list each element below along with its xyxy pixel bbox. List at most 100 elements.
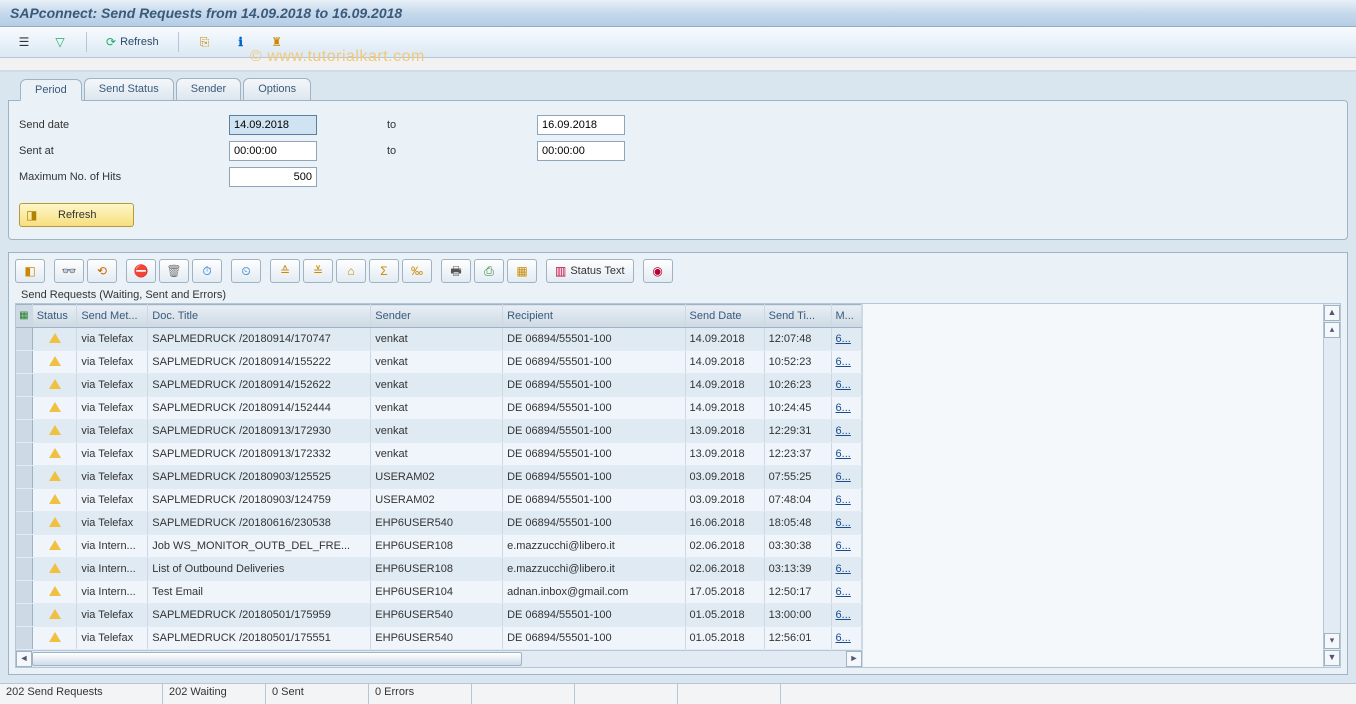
scroll-up-button[interactable]: ▲ [1324, 305, 1340, 321]
refresh-button[interactable]: ⟳ Refresh [97, 30, 168, 54]
table-row[interactable]: via Intern...Test EmailEHP6USER104adnan.… [16, 581, 862, 604]
h-scroll-thumb[interactable] [32, 652, 522, 666]
cell-msg[interactable]: 6... [831, 443, 861, 466]
row-selector[interactable] [16, 443, 32, 466]
timer-button[interactable]: ⏱ [192, 259, 222, 283]
col-sender[interactable]: Sender [371, 305, 503, 328]
col-method[interactable]: Send Met... [77, 305, 148, 328]
total-button[interactable]: Σ [369, 259, 399, 283]
hierarchy-button[interactable]: ♜ [261, 30, 293, 54]
cell-msg[interactable]: 6... [831, 351, 861, 374]
table-row[interactable]: via TelefaxSAPLMEDRUCK /20180501/175551E… [16, 627, 862, 650]
scroll-down-step-button[interactable]: ▾ [1324, 633, 1340, 649]
repeat-send-button[interactable]: ⟲ [87, 259, 117, 283]
row-selector[interactable] [16, 604, 32, 627]
export-button[interactable]: ⎙ [474, 259, 504, 283]
table-row[interactable]: via TelefaxSAPLMEDRUCK /20180914/152622v… [16, 374, 862, 397]
cell-msg[interactable]: 6... [831, 627, 861, 650]
menu-button[interactable]: ☰ [8, 30, 40, 54]
cell-msg[interactable]: 6... [831, 512, 861, 535]
cell-method: via Telefax [77, 512, 148, 535]
row-selector[interactable] [16, 466, 32, 489]
col-title[interactable]: Doc. Title [148, 305, 371, 328]
scroll-down-button[interactable]: ▼ [1324, 650, 1340, 666]
panel-refresh-button[interactable]: ◨ Refresh [19, 203, 134, 227]
cell-msg[interactable]: 6... [831, 328, 861, 351]
cell-msg[interactable]: 6... [831, 581, 861, 604]
delete-button[interactable]: 🗑 [159, 259, 189, 283]
scroll-right-button[interactable]: ► [846, 651, 862, 667]
subtotal-button[interactable]: ‰ [402, 259, 432, 283]
scroll-left-button[interactable]: ◄ [16, 651, 32, 667]
horizontal-scrollbar[interactable]: ◄ ► [16, 650, 862, 667]
table-row[interactable]: via Intern...List of Outbound Deliveries… [16, 558, 862, 581]
cell-msg[interactable]: 6... [831, 374, 861, 397]
dropdown-button[interactable]: ▽ [44, 30, 76, 54]
cell-msg[interactable]: 6... [831, 535, 861, 558]
row-selector[interactable] [16, 489, 32, 512]
row-selector[interactable] [16, 627, 32, 650]
col-time[interactable]: Send Ti... [764, 305, 831, 328]
cell-msg[interactable]: 6... [831, 420, 861, 443]
tab-options[interactable]: Options [243, 78, 311, 100]
table-row[interactable]: via Intern...Job WS_MONITOR_OUTB_DEL_FRE… [16, 535, 862, 558]
scroll-up-step-button[interactable]: ▴ [1324, 322, 1340, 338]
execute-button[interactable]: ⏲ [231, 259, 261, 283]
sort-asc-button[interactable]: ≙ [270, 259, 300, 283]
row-selector[interactable] [16, 420, 32, 443]
jobs-button[interactable]: ⎘ [189, 30, 221, 54]
col-date[interactable]: Send Date [685, 305, 764, 328]
select-all-header[interactable]: ▦ [16, 305, 32, 328]
print-button[interactable]: 🖶 [441, 259, 471, 283]
cell-msg[interactable]: 6... [831, 466, 861, 489]
cell-time: 12:50:17 [764, 581, 831, 604]
cell-time: 07:48:04 [764, 489, 831, 512]
cell-msg[interactable]: 6... [831, 489, 861, 512]
send-date-from-input[interactable] [229, 115, 317, 135]
cell-msg[interactable]: 6... [831, 397, 861, 420]
tab-send-status[interactable]: Send Status [84, 78, 174, 100]
repeat-icon: ⟲ [97, 264, 107, 278]
chart-button[interactable]: ◉ [643, 259, 673, 283]
row-selector[interactable] [16, 512, 32, 535]
sent-at-from-input[interactable] [229, 141, 317, 161]
glasses-button[interactable]: 👓 [54, 259, 84, 283]
cell-method: via Intern... [77, 535, 148, 558]
table-row[interactable]: via TelefaxSAPLMEDRUCK /20180913/172332v… [16, 443, 862, 466]
status-text-button[interactable]: ▥ Status Text [546, 259, 634, 283]
table-row[interactable]: via TelefaxSAPLMEDRUCK /20180903/125525U… [16, 466, 862, 489]
cell-msg[interactable]: 6... [831, 604, 861, 627]
tab-period[interactable]: Period [20, 79, 82, 101]
filter-button[interactable]: ⌂ [336, 259, 366, 283]
col-recipient[interactable]: Recipient [503, 305, 685, 328]
cell-sender: venkat [371, 443, 503, 466]
col-status[interactable]: Status [32, 305, 77, 328]
details-button[interactable]: ◧ [15, 259, 45, 283]
cell-msg[interactable]: 6... [831, 558, 861, 581]
row-selector[interactable] [16, 581, 32, 604]
table-row[interactable]: via TelefaxSAPLMEDRUCK /20180914/155222v… [16, 351, 862, 374]
send-requests-table[interactable]: ▦ Status Send Met... Doc. Title Sender R… [16, 304, 862, 650]
table-row[interactable]: via TelefaxSAPLMEDRUCK /20180914/152444v… [16, 397, 862, 420]
row-selector[interactable] [16, 328, 32, 351]
col-msg[interactable]: M... [831, 305, 861, 328]
vertical-scrollbar[interactable]: ▲ ▴ ▾ ▼ [1323, 304, 1340, 667]
send-date-to-input[interactable] [537, 115, 625, 135]
table-row[interactable]: via TelefaxSAPLMEDRUCK /20180913/172930v… [16, 420, 862, 443]
row-selector[interactable] [16, 374, 32, 397]
table-row[interactable]: via TelefaxSAPLMEDRUCK /20180616/230538E… [16, 512, 862, 535]
info-button[interactable]: ℹ [225, 30, 257, 54]
table-row[interactable]: via TelefaxSAPLMEDRUCK /20180501/175959E… [16, 604, 862, 627]
sort-desc-button[interactable]: ≚ [303, 259, 333, 283]
row-selector[interactable] [16, 351, 32, 374]
row-selector[interactable] [16, 397, 32, 420]
tab-sender[interactable]: Sender [176, 78, 241, 100]
table-row[interactable]: via TelefaxSAPLMEDRUCK /20180914/170747v… [16, 328, 862, 351]
sent-at-to-input[interactable] [537, 141, 625, 161]
max-hits-input[interactable] [229, 167, 317, 187]
layout-button[interactable]: ▦ [507, 259, 537, 283]
error-button[interactable]: ⛔ [126, 259, 156, 283]
row-selector[interactable] [16, 535, 32, 558]
table-row[interactable]: via TelefaxSAPLMEDRUCK /20180903/124759U… [16, 489, 862, 512]
row-selector[interactable] [16, 558, 32, 581]
